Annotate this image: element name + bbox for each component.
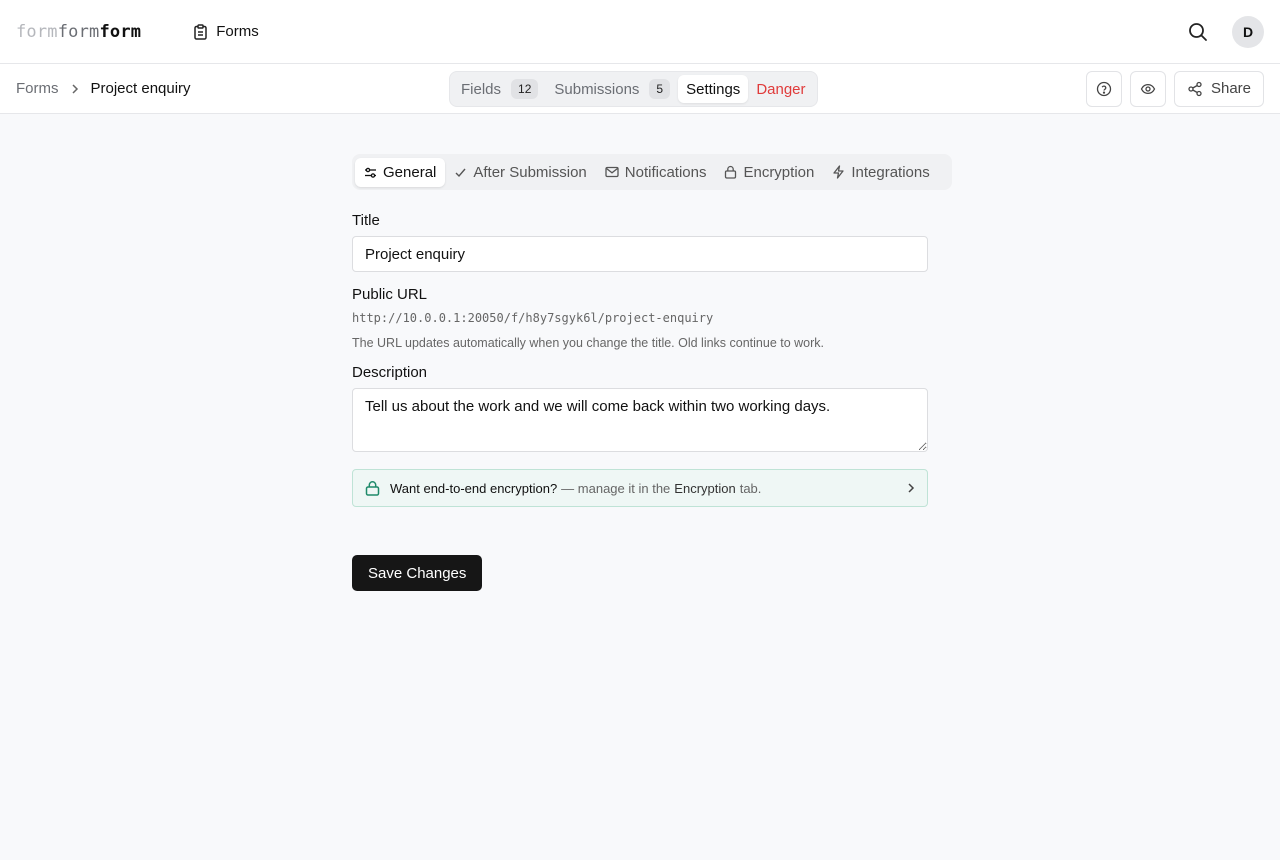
encryption-tab-reference: Encryption <box>674 480 736 496</box>
description-label: Description <box>352 364 428 381</box>
help-circle-icon <box>1096 81 1112 96</box>
nav-forms-label: Forms <box>216 23 259 40</box>
save-changes-button[interactable]: Save Changes <box>352 555 483 591</box>
description-textarea[interactable]: Tell us about the work and we will come … <box>352 388 928 452</box>
breadcrumb-current: Project enquiry <box>90 80 191 97</box>
fields-count-badge: 12 <box>511 79 539 99</box>
tab-fields[interactable]: Fields 12 <box>453 75 546 103</box>
chevron-right-icon <box>908 483 915 493</box>
share-icon <box>1188 81 1202 96</box>
submissions-count-badge: 5 <box>649 79 671 99</box>
help-button[interactable] <box>1085 70 1122 107</box>
title-input[interactable] <box>352 236 928 272</box>
share-button[interactable]: Share <box>1173 70 1264 107</box>
user-avatar[interactable]: D <box>1232 15 1264 48</box>
top-bar: formformform Forms D <box>0 0 1280 64</box>
breadcrumb-forms-link[interactable]: Forms <box>16 80 59 97</box>
nav-forms-link[interactable]: Forms <box>193 23 259 40</box>
form-tabs: Fields 12 Submissions 5 Settings Danger <box>449 71 818 107</box>
mail-icon <box>605 166 619 178</box>
lock-icon <box>365 481 380 496</box>
encryption-banner[interactable]: Want end-to-end encryption? — manage it … <box>352 469 928 507</box>
preview-button[interactable] <box>1129 70 1166 107</box>
settings-content: General After Submission Notifications E… <box>352 154 952 591</box>
check-icon <box>455 168 466 177</box>
encryption-banner-title: Want end-to-end encryption? <box>390 480 558 496</box>
tab-danger[interactable]: Danger <box>748 75 813 103</box>
eye-icon <box>1140 83 1156 94</box>
settings-tabs: General After Submission Notifications E… <box>352 154 952 190</box>
tab-submissions[interactable]: Submissions 5 <box>546 75 678 103</box>
settings-tab-notifications[interactable]: Notifications <box>596 158 716 187</box>
search-button[interactable] <box>1182 16 1214 48</box>
lock-icon <box>725 165 737 179</box>
form-header-bar: Forms Project enquiry Fields 12 Submissi… <box>0 64 1280 114</box>
title-label: Title <box>352 212 380 229</box>
settings-tab-encryption[interactable]: Encryption <box>715 158 823 187</box>
public-url-label: Public URL <box>352 286 428 303</box>
sliders-icon <box>365 167 376 178</box>
tab-settings[interactable]: Settings <box>678 75 749 103</box>
settings-tab-after-submission[interactable]: After Submission <box>445 158 595 187</box>
public-url-help-text: The URL updates automatically when you c… <box>352 336 825 350</box>
bolt-icon <box>833 165 844 179</box>
search-icon <box>1189 22 1207 41</box>
app-logo[interactable]: formformform <box>16 22 141 42</box>
breadcrumb: Forms Project enquiry <box>16 80 191 97</box>
chevron-right-icon <box>71 83 79 95</box>
public-url-value: http://10.0.0.1:20050/f/h8y7sgyk6l/proje… <box>352 311 714 325</box>
settings-tab-general[interactable]: General <box>355 157 446 187</box>
settings-tab-integrations[interactable]: Integrations <box>823 158 938 187</box>
clipboard-icon <box>194 23 207 40</box>
